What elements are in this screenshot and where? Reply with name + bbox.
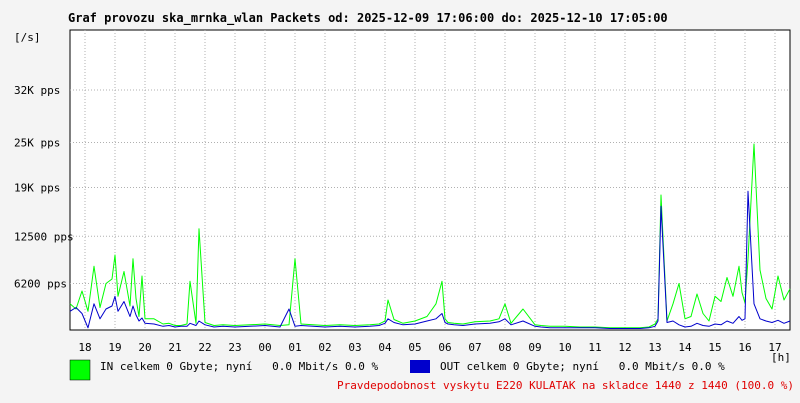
y-tick-label: 32K pps: [14, 84, 60, 97]
legend-in-swatch: [69, 359, 91, 381]
y-tick-labels: 6200 pps 12500 pps 19K pps 25K pps 32K pps: [14, 84, 74, 291]
y-tick-label: 6200 pps: [14, 278, 67, 291]
x-tick-label: 18: [78, 341, 91, 354]
y-tick-label: 25K pps: [14, 137, 60, 150]
x-tick-label: 00: [258, 341, 271, 354]
x-tick-label: 23: [228, 341, 241, 354]
x-tick-label: 19: [108, 341, 121, 354]
legend-out-swatch: [410, 360, 430, 373]
x-tick-label: 07: [468, 341, 481, 354]
y-axis-unit: [/s]: [14, 31, 41, 44]
x-tick-label: 06: [438, 341, 451, 354]
x-tick-label: 16: [738, 341, 751, 354]
plot-area: [69, 29, 791, 331]
x-tick-label: 09: [528, 341, 541, 354]
legend-in-label: IN celkem 0 Gbyte; nyní 0.0 Mbit/s 0.0 %: [100, 360, 379, 373]
x-tick-label: 21: [168, 341, 181, 354]
probability-note: Pravdepodobnost vyskytu E220 KULATAK na …: [337, 379, 794, 392]
x-axis-unit: [h]: [771, 351, 791, 364]
x-tick-label: 02: [318, 341, 331, 354]
legend-out-label: OUT celkem 0 Gbyte; nyní 0.0 Mbit/s 0.0 …: [440, 360, 725, 373]
x-tick-label: 15: [708, 341, 721, 354]
x-tick-label: 04: [378, 341, 392, 354]
x-tick-label: 14: [678, 341, 692, 354]
x-tick-label: 01: [288, 341, 301, 354]
x-tick-label: 03: [348, 341, 361, 354]
traffic-chart: Graf provozu ska_mrnka_wlan Packets od: …: [14, 11, 794, 392]
x-tick-label: 05: [408, 341, 421, 354]
y-tick-label: 19K pps: [14, 182, 60, 195]
x-tick-label: 08: [498, 341, 511, 354]
x-tick-labels: 18 19 20 21 22 23 00 01 02 03 04 05 06 07 08 09 10 11 12 13…: [78, 341, 781, 354]
x-tick-label: 22: [198, 341, 211, 354]
x-tick-label: 11: [588, 341, 601, 354]
x-tick-label: 13: [648, 341, 661, 354]
x-tick-label: 12: [618, 341, 631, 354]
traffic-graph-page: Graf provozu ska_mrnka_wlan Packets od: …: [0, 0, 800, 400]
x-tick-label: 10: [558, 341, 571, 354]
chart-title: Graf provozu ska_mrnka_wlan Packets od: …: [68, 11, 668, 26]
x-tick-label: 20: [138, 341, 151, 354]
y-tick-label: 12500 pps: [14, 230, 74, 243]
